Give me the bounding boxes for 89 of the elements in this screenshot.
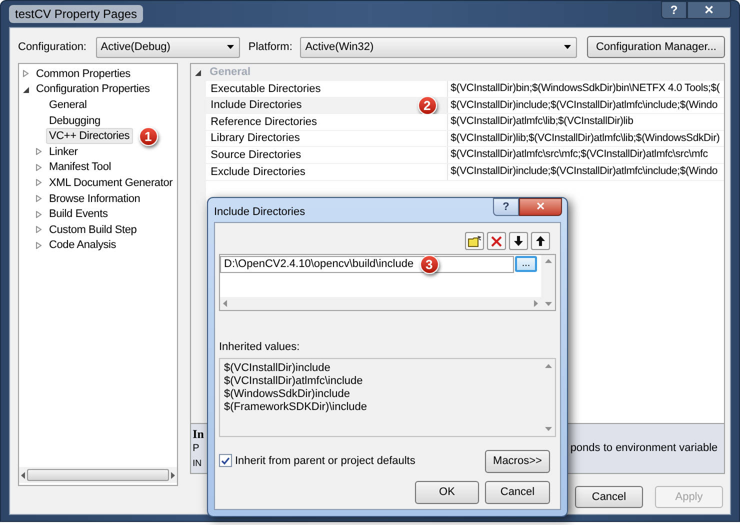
down-arrow-icon bbox=[514, 236, 523, 246]
configuration-label: Configuration: bbox=[18, 40, 88, 55]
scroll-down-icon bbox=[544, 426, 552, 430]
collapsed-icon[interactable] bbox=[36, 164, 42, 171]
property-name-text: Reference Directories bbox=[210, 114, 318, 130]
property-value[interactable]: $(VCInstallDir)atlmfc\lib;$(VCInstallDir)lib bbox=[448, 114, 634, 130]
scroll-up-icon bbox=[544, 259, 552, 263]
path-text: D:\OpenCV2.4.10\opencv\build\include bbox=[224, 257, 414, 272]
tree-item[interactable]: Build Events bbox=[46, 206, 111, 222]
scroll-left-icon bbox=[21, 472, 25, 478]
help-button[interactable]: ? bbox=[661, 1, 687, 19]
delete-button[interactable] bbox=[487, 232, 506, 250]
platform-label: Platform: bbox=[248, 40, 294, 55]
description-text: P bbox=[192, 442, 200, 456]
ok-button[interactable]: OK bbox=[415, 480, 479, 504]
scroll-right-icon bbox=[534, 300, 538, 307]
description-text: ponds to environment variable bbox=[570, 441, 718, 456]
callout-badge: 3 bbox=[420, 255, 439, 274]
macros-button[interactable]: Macros>> bbox=[485, 450, 550, 472]
checkbox-label: Inherit from parent or project defaults bbox=[235, 454, 416, 468]
collapsed-icon[interactable] bbox=[36, 210, 42, 218]
checkmark-icon bbox=[221, 456, 230, 465]
description-text: IN bbox=[192, 457, 202, 470]
folder-icon bbox=[468, 236, 481, 246]
horizontal-scrollbar[interactable] bbox=[19, 467, 177, 483]
tree-item[interactable]: Configuration Properties bbox=[33, 81, 153, 98]
vertical-scrollbar[interactable] bbox=[541, 255, 555, 310]
collapsed-icon[interactable] bbox=[36, 179, 42, 186]
close-button[interactable]: ✕ bbox=[687, 1, 731, 19]
tree-item[interactable]: Linker bbox=[46, 144, 81, 160]
expanded-icon[interactable] bbox=[23, 86, 29, 93]
tree-item[interactable]: Debugging bbox=[46, 112, 104, 129]
category-label: General bbox=[208, 65, 251, 80]
checkbox[interactable] bbox=[219, 454, 232, 468]
property-value[interactable]: $(VCInstallDir)include;$(VCInstallDir)atlmfc\include;$(Windo bbox=[448, 98, 718, 114]
new-folder-button[interactable] bbox=[465, 232, 484, 250]
path-field[interactable]: D:\OpenCV2.4.10\opencv\build\include 3 bbox=[220, 256, 514, 273]
configuration-manager-button[interactable]: Configuration Manager... bbox=[587, 36, 725, 58]
tree-item[interactable]: Common Properties bbox=[33, 66, 134, 82]
scroll-down-icon bbox=[544, 302, 552, 306]
collapsed-icon[interactable] bbox=[36, 195, 42, 202]
collapsed-icon[interactable] bbox=[36, 148, 42, 156]
dialog-button[interactable]: Cancel bbox=[575, 486, 643, 508]
property-name-text: Source Directories bbox=[210, 148, 302, 163]
property-name[interactable]: Include Directories 2 bbox=[206, 98, 448, 114]
inherited-value: $(VCInstallDir)include bbox=[224, 362, 332, 374]
platform-dropdown[interactable]: Active(Win32) bbox=[300, 36, 578, 58]
tree-item[interactable]: Manifest Tool bbox=[46, 159, 114, 176]
property-name-text: Executable Directories bbox=[210, 82, 321, 97]
inherited-value: $(VCInstallDir)atlmfc\include bbox=[224, 374, 364, 388]
property-name-text: Library Directories bbox=[210, 131, 300, 146]
scroll-up-icon bbox=[544, 364, 552, 368]
callout-badge: 1 bbox=[138, 126, 158, 146]
inherited-value: $(WindowsSdkDir)include bbox=[224, 388, 351, 400]
tree-item[interactable]: Custom Build Step bbox=[46, 222, 140, 238]
delete-icon bbox=[491, 236, 502, 246]
scrollbar-thumb[interactable] bbox=[27, 469, 169, 481]
collapsed-icon[interactable] bbox=[23, 70, 29, 78]
property-name-text: Exclude Directories bbox=[210, 164, 306, 180]
tree-item[interactable]: Browse Information bbox=[46, 190, 144, 207]
dialog-title: Include Directories bbox=[214, 205, 306, 220]
collapsed-icon[interactable] bbox=[36, 226, 42, 234]
scroll-left-icon bbox=[223, 300, 227, 307]
tree-item[interactable]: VC++ Directories bbox=[46, 128, 133, 144]
collapse-icon[interactable] bbox=[195, 70, 202, 76]
property-value[interactable]: $(VCInstallDir)bin;$(WindowsSdkDir)bin\NETFX 4.0 Tools;$( bbox=[448, 81, 720, 97]
tree-item[interactable]: XML Document Generator bbox=[46, 174, 176, 191]
inherited-values-label: Inherited values: bbox=[219, 340, 301, 355]
callout-badge: 2 bbox=[418, 96, 437, 115]
inherited-value: $(FrameworkSDKDir)\include bbox=[224, 400, 368, 414]
property-name-text: Include Directories bbox=[210, 98, 302, 114]
help-button[interactable]: ? bbox=[493, 198, 519, 216]
window-title: testCV Property Pages bbox=[9, 5, 144, 23]
browse-button[interactable]: ... bbox=[515, 256, 537, 272]
up-arrow-icon bbox=[536, 236, 545, 246]
property-value[interactable]: $(VCInstallDir)lib;$(VCInstallDir)atlmfc\lib;$(WindowsSdkDir) bbox=[448, 130, 720, 146]
horizontal-scrollbar[interactable] bbox=[220, 297, 541, 310]
cancel-button[interactable]: Cancel bbox=[485, 480, 550, 504]
property-value[interactable]: $(VCInstallDir)include;$(VCInstallDir)atlmfc\include;$(Windo bbox=[448, 164, 718, 180]
caret-icon bbox=[564, 45, 572, 49]
move-up-button[interactable] bbox=[531, 232, 550, 250]
move-down-button[interactable] bbox=[509, 232, 528, 250]
caret-icon bbox=[227, 45, 234, 49]
property-value[interactable]: $(VCInstallDir)atlmfc\src\mfc;$(VCInstallDir)atlmfc\src\mfc bbox=[448, 147, 708, 163]
description-title: In bbox=[192, 427, 204, 441]
tree-item[interactable]: General bbox=[46, 96, 90, 113]
collapsed-icon[interactable] bbox=[36, 242, 42, 249]
configuration-dropdown[interactable]: Active(Debug) bbox=[96, 36, 240, 58]
tree-item[interactable]: Code Analysis bbox=[46, 237, 120, 254]
